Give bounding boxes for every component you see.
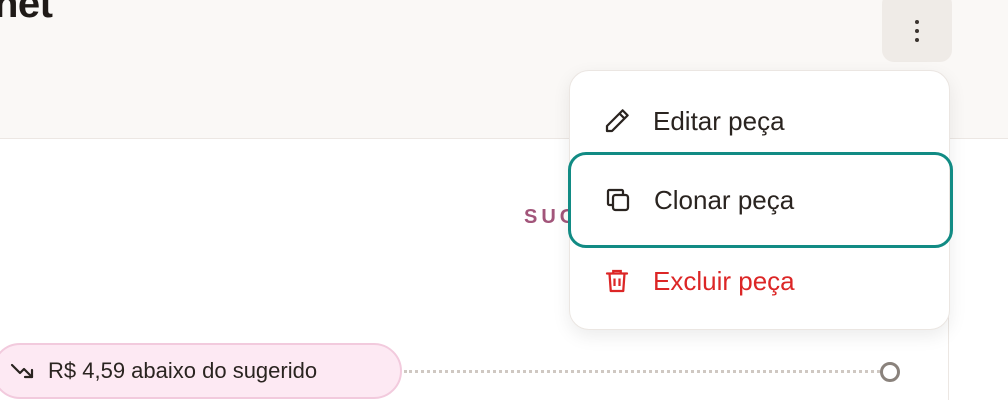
price-track: [404, 370, 880, 373]
edit-piece-menu-item[interactable]: Editar peça: [570, 83, 951, 159]
trash-icon: [605, 269, 629, 293]
price-difference-text: R$ 4,59 abaixo do sugerido: [48, 358, 318, 383]
more-options-button[interactable]: [882, 0, 952, 62]
price-difference-badge: R$ 4,59 abaixo do sugerido: [0, 343, 402, 399]
delete-piece-label: Excluir peça: [653, 265, 795, 296]
delete-piece-menu-item[interactable]: Excluir peça: [570, 243, 951, 319]
actions-dropdown-menu: Editar peça Clonar peça Excluir peça: [568, 70, 953, 330]
kebab-dot: [915, 29, 919, 33]
kebab-dot: [915, 38, 919, 42]
trending-down-icon: [10, 363, 34, 379]
edit-piece-label: Editar peça: [653, 105, 785, 136]
clone-piece-label: Clonar peça: [654, 184, 795, 215]
clone-piece-menu-item[interactable]: Clonar peça: [568, 152, 953, 248]
suggested-price-marker: [880, 362, 900, 382]
page-title: net: [0, 0, 53, 26]
pencil-icon: [605, 109, 629, 133]
kebab-dot: [915, 20, 919, 24]
copy-icon: [606, 188, 630, 212]
